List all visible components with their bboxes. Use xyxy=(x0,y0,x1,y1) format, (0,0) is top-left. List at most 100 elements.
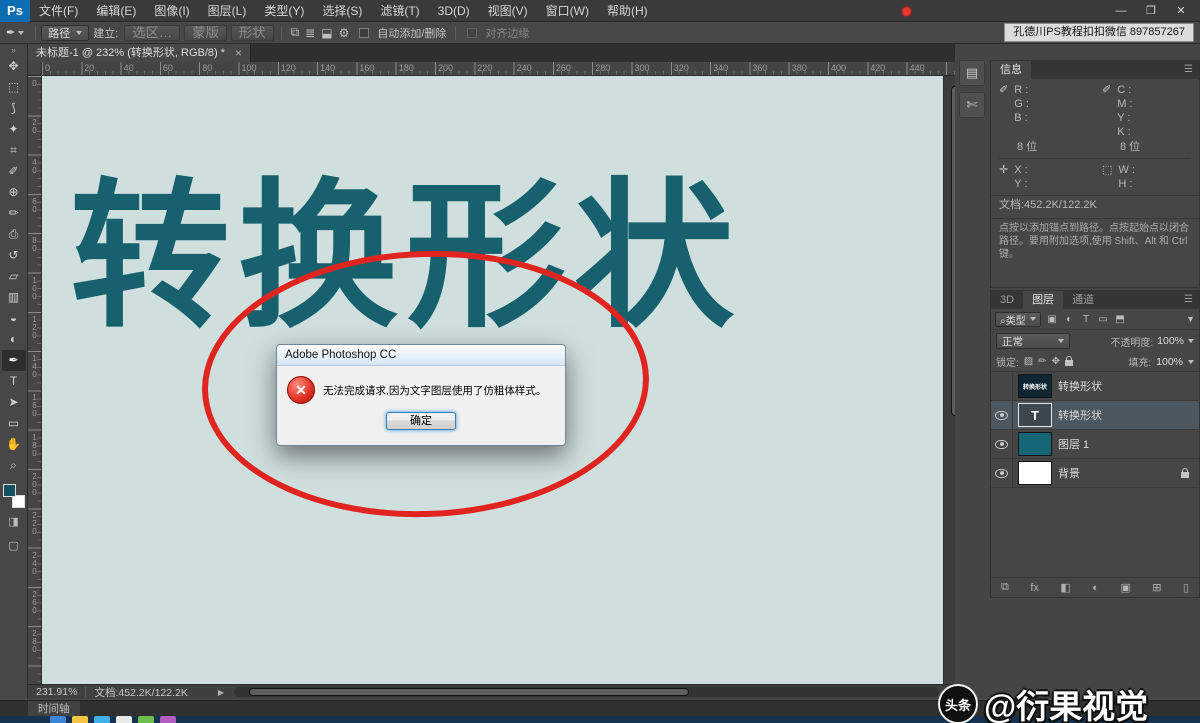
gradient-tool[interactable]: ▥ xyxy=(2,287,26,308)
taskbar-app-icon-4[interactable] xyxy=(138,716,154,723)
opacity-value[interactable]: 100% xyxy=(1157,335,1184,347)
quick-mask-button[interactable]: ◨ xyxy=(2,512,26,532)
pen-tool[interactable]: ✒ xyxy=(2,350,26,371)
visibility-toggle[interactable] xyxy=(991,401,1013,429)
layer-name[interactable]: 背景 xyxy=(1058,465,1080,481)
history-brush-tool[interactable]: ↺ xyxy=(2,245,26,266)
adjustment-layer-icon[interactable]: ◐ xyxy=(1092,582,1099,594)
taskbar-app-icon-0[interactable] xyxy=(50,716,66,723)
close-button[interactable]: ✕ xyxy=(1166,0,1196,22)
blend-mode-dropdown[interactable]: 正常 xyxy=(996,333,1070,349)
vertical-scrollbar[interactable] xyxy=(943,76,955,684)
toolbar-collapse-icon[interactable]: » xyxy=(11,44,16,56)
tab-close-icon[interactable]: × xyxy=(235,44,242,62)
layer-style-icon[interactable]: fx xyxy=(1030,582,1039,594)
restore-button[interactable]: ❐ xyxy=(1136,0,1166,22)
menu-item-file[interactable]: 文件(F) xyxy=(30,0,87,22)
panel-menu-icon[interactable]: ☰ xyxy=(1184,291,1199,309)
type-tool[interactable]: T xyxy=(2,371,26,392)
lock-transparency-icon[interactable]: ▨ xyxy=(1024,356,1033,367)
taskbar-app-icon-2[interactable] xyxy=(94,716,110,723)
layer-name[interactable]: 图层 1 xyxy=(1058,436,1089,452)
eyedropper-tool[interactable]: ✐ xyxy=(2,161,26,182)
gear-icon[interactable]: ⚙ xyxy=(339,26,350,40)
panel-menu-icon[interactable]: ☰ xyxy=(1184,61,1199,79)
menu-item-select[interactable]: 选择(S) xyxy=(313,0,371,22)
visibility-toggle[interactable] xyxy=(991,430,1013,458)
filter-smart-objects-icon[interactable]: ⬒ xyxy=(1113,314,1128,325)
layer-filter-dropdown[interactable]: ⌕类型 xyxy=(995,312,1041,327)
new-layer-icon[interactable]: ⊞ xyxy=(1152,581,1161,594)
visibility-toggle[interactable] xyxy=(991,372,1013,400)
text-layer-thumbnail[interactable]: T xyxy=(1018,403,1052,427)
menu-item-image[interactable]: 图像(I) xyxy=(145,0,198,22)
tab-timeline[interactable]: 时间轴 xyxy=(28,701,80,717)
path-arrangement-icon[interactable]: ⬓ xyxy=(321,26,332,40)
chevron-down-icon[interactable] xyxy=(1188,339,1194,343)
tab-channels[interactable]: 通道 xyxy=(1063,291,1103,309)
quick-selection-tool[interactable]: ✦ xyxy=(2,119,26,140)
layer-mask-icon[interactable]: ◧ xyxy=(1060,581,1070,594)
rectangular-marquee-tool[interactable]: ⬚ xyxy=(2,77,26,98)
menu-item-type[interactable]: 类型(Y) xyxy=(255,0,313,22)
path-operations-icon[interactable]: ⧉ xyxy=(291,25,300,40)
menu-item-window[interactable]: 窗口(W) xyxy=(537,0,598,22)
canvas[interactable]: 转换形状 Adobe Photoshop CC ✕ 无法完成请求,因为文字图层使… xyxy=(42,76,955,684)
layer-thumbnail[interactable]: 转换形状 xyxy=(1018,374,1052,398)
eraser-tool[interactable]: ▱ xyxy=(2,266,26,287)
hand-tool[interactable]: ✋ xyxy=(2,434,26,455)
status-flyout-arrow-icon[interactable]: ▶ xyxy=(218,688,224,697)
make-shape-button[interactable]: 形状 xyxy=(231,25,274,41)
brush-tool[interactable]: ✏ xyxy=(2,203,26,224)
layer-name[interactable]: 转换形状 xyxy=(1058,378,1102,394)
dialog-title-bar[interactable]: Adobe Photoshop CC xyxy=(277,345,565,366)
zoom-level-field[interactable]: 231.91% xyxy=(36,686,77,698)
filter-pixel-layers-icon[interactable]: ▣ xyxy=(1045,314,1060,325)
chevron-down-icon[interactable] xyxy=(1188,360,1194,364)
lock-all-icon[interactable] xyxy=(1065,360,1073,366)
spot-healing-brush-tool[interactable]: ⊕ xyxy=(2,182,26,203)
rectangle-tool[interactable]: ▭ xyxy=(2,413,26,434)
layer-row-layer1[interactable]: 图层 1 xyxy=(991,430,1199,459)
crop-tool[interactable]: ⌗ xyxy=(2,140,26,161)
menu-item-filter[interactable]: 滤镜(T) xyxy=(371,0,428,22)
filter-adjustment-layers-icon[interactable]: ◐ xyxy=(1062,314,1077,325)
lock-position-icon[interactable]: ✥ xyxy=(1052,356,1060,367)
link-layers-icon[interactable]: ⧉ xyxy=(1001,581,1009,594)
move-tool[interactable]: ✥ xyxy=(2,56,26,77)
ok-button[interactable]: 确定 xyxy=(386,412,456,430)
collapsed-panel-tools-icon[interactable]: ✄ xyxy=(959,92,985,118)
menu-item-help[interactable]: 帮助(H) xyxy=(598,0,657,22)
document-tab[interactable]: 未标题-1 @ 232% (转换形状, RGB/8) * × xyxy=(28,44,251,62)
make-selection-button[interactable]: 选区… xyxy=(124,25,180,41)
taskbar-app-icon-3[interactable] xyxy=(116,716,132,723)
menu-item-3d[interactable]: 3D(D) xyxy=(429,0,479,22)
menu-item-edit[interactable]: 编辑(E) xyxy=(87,0,145,22)
layer1-thumbnail[interactable] xyxy=(1018,432,1052,456)
filter-shape-layers-icon[interactable]: ▭ xyxy=(1096,314,1111,325)
zoom-tool[interactable]: ⌕ xyxy=(2,455,26,476)
layer-row-background[interactable]: 背景 xyxy=(991,459,1199,488)
screen-mode-button[interactable]: ▢ xyxy=(2,536,26,556)
foreground-color-swatch[interactable] xyxy=(3,484,16,497)
auto-add-delete-checkbox[interactable] xyxy=(359,28,369,38)
tab-layers[interactable]: 图层 xyxy=(1023,291,1063,309)
tab-3d[interactable]: 3D xyxy=(991,291,1023,309)
layer-group-icon[interactable]: ▣ xyxy=(1120,581,1130,594)
menu-item-view[interactable]: 视图(V) xyxy=(479,0,537,22)
tab-info[interactable]: 信息 xyxy=(991,61,1031,79)
path-alignment-icon[interactable]: ≣ xyxy=(305,26,315,40)
horizontal-scrollbar-thumb[interactable] xyxy=(249,688,689,696)
lasso-tool[interactable]: ⟆ xyxy=(2,98,26,119)
taskbar-app-icon-5[interactable] xyxy=(160,716,176,723)
filter-type-layers-icon[interactable]: T xyxy=(1079,314,1094,325)
fill-value[interactable]: 100% xyxy=(1156,356,1183,368)
layer-row-shape[interactable]: 转换形状 转换形状 xyxy=(991,372,1199,401)
dodge-tool[interactable]: ◐ xyxy=(2,329,26,350)
align-edges-checkbox[interactable] xyxy=(467,28,477,38)
menu-item-layer[interactable]: 图层(L) xyxy=(199,0,256,22)
filter-toggle-icon[interactable]: ▼ xyxy=(1186,314,1195,324)
make-mask-button[interactable]: 蒙版 xyxy=(184,25,227,41)
clone-stamp-tool[interactable]: ⎙ xyxy=(2,224,26,245)
blur-tool[interactable]: ◒ xyxy=(2,308,26,329)
